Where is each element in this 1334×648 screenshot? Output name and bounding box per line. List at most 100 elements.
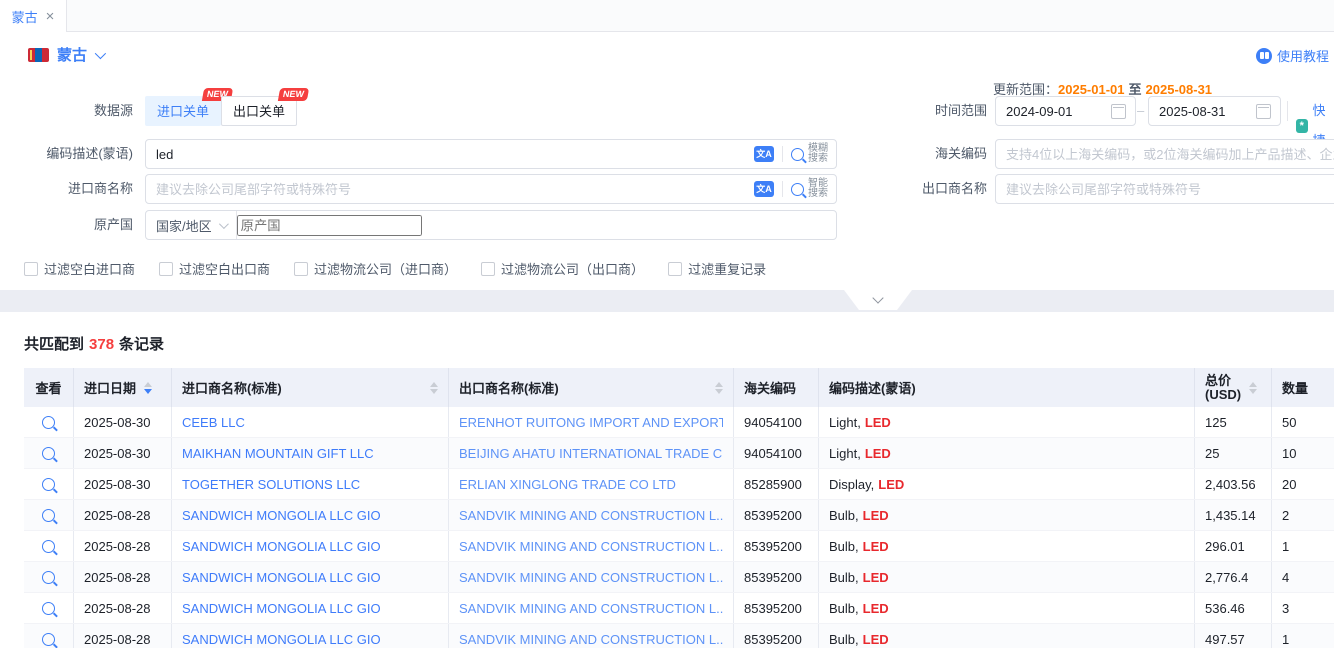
code-desc-label: 编码描述(蒙语)	[11, 139, 133, 169]
header-hs-code: 海关编码	[734, 368, 819, 407]
book-icon	[1256, 48, 1272, 64]
exporter-link[interactable]: ERLIAN XINGLONG TRADE CO LTD	[459, 477, 676, 492]
tab-mongolia[interactable]: 蒙古 ×	[0, 0, 67, 32]
country-name: 蒙古	[57, 44, 87, 65]
hs-code-cell: 85395200	[734, 593, 819, 623]
header-exporter: 出口商名称(标准)	[449, 368, 734, 407]
importer-link[interactable]: MAIKHAN MOUNTAIN GIFT LLC	[182, 446, 374, 461]
divider	[1287, 101, 1288, 121]
table-row: 2025-08-30 MAIKHAN MOUNTAIN GIFT LLC BEI…	[24, 438, 1334, 469]
importer-cell: MAIKHAN MOUNTAIN GIFT LLC	[172, 438, 449, 468]
sort-icon[interactable]	[715, 382, 723, 394]
exporter-link[interactable]: ERENHOT RUITONG IMPORT AND EXPORT ...	[459, 415, 723, 430]
hs-code-input[interactable]	[996, 147, 1334, 162]
import-date-cell: 2025-08-28	[74, 624, 172, 648]
code-desc-input[interactable]	[146, 147, 754, 162]
view-cell	[24, 407, 74, 437]
sort-icon[interactable]	[144, 382, 152, 394]
header-import-date: 进口日期	[74, 368, 172, 407]
view-detail-icon[interactable]	[42, 416, 55, 429]
filter-checkbox-row: 过滤空白进口商 过滤空白出口商 过滤物流公司（进口商） 过滤物流公司（出口商） …	[24, 259, 766, 278]
desc-cell: Bulb,LED	[819, 593, 1195, 623]
hs-code-cell: 85285900	[734, 469, 819, 499]
import-date-cell: 2025-08-30	[74, 407, 172, 437]
importer-input[interactable]	[146, 182, 754, 197]
exporter-link[interactable]: SANDVIK MINING AND CONSTRUCTION L...	[459, 601, 723, 616]
view-detail-icon[interactable]	[42, 602, 55, 615]
exporter-link[interactable]: SANDVIK MINING AND CONSTRUCTION L...	[459, 570, 723, 585]
view-cell	[24, 531, 74, 561]
exporter-link[interactable]: SANDVIK MINING AND CONSTRUCTION L...	[459, 539, 723, 554]
date-to-input[interactable]	[1149, 104, 1256, 119]
quantity-cell: 4	[1272, 562, 1334, 592]
smart-search-button[interactable]: 智能 搜索	[791, 179, 828, 199]
translate-icon[interactable]: 文A	[754, 146, 774, 162]
view-detail-icon[interactable]	[42, 447, 55, 460]
importer-field: 文A 智能 搜索	[145, 174, 837, 204]
time-range-label: 时间范围	[865, 96, 987, 126]
view-detail-icon[interactable]	[42, 571, 55, 584]
importer-link[interactable]: TOGETHER SOLUTIONS LLC	[182, 477, 360, 492]
table-row: 2025-08-28 SANDWICH MONGOLIA LLC GIO SAN…	[24, 593, 1334, 624]
country-selector[interactable]: 蒙古	[28, 44, 103, 65]
checkbox-filter-blank-exporter[interactable]: 过滤空白出口商	[159, 259, 270, 278]
checkbox-icon[interactable]	[159, 262, 173, 276]
table-row: 2025-08-28 SANDWICH MONGOLIA LLC GIO SAN…	[24, 500, 1334, 531]
highlight-keyword: LED	[865, 446, 891, 461]
date-from-input[interactable]	[996, 104, 1111, 119]
panel-divider-strip	[0, 290, 1334, 312]
header-importer: 进口商名称(标准)	[172, 368, 449, 407]
tutorial-label: 使用教程	[1277, 46, 1329, 65]
exporter-link[interactable]: SANDVIK MINING AND CONSTRUCTION L...	[459, 508, 723, 523]
importer-cell: SANDWICH MONGOLIA LLC GIO	[172, 562, 449, 592]
importer-label: 进口商名称	[11, 174, 133, 204]
origin-country-field: 国家/地区	[145, 210, 837, 240]
calendar-icon[interactable]	[1256, 104, 1271, 119]
date-from-field	[995, 96, 1136, 126]
importer-link[interactable]: SANDWICH MONGOLIA LLC GIO	[182, 508, 381, 523]
exporter-link[interactable]: SANDVIK MINING AND CONSTRUCTION L...	[459, 632, 723, 647]
importer-link[interactable]: SANDWICH MONGOLIA LLC GIO	[182, 539, 381, 554]
translate-icon[interactable]: 文A	[754, 181, 774, 197]
results-summary: 共匹配到378条记录	[24, 333, 164, 354]
checkbox-icon[interactable]	[668, 262, 682, 276]
hs-code-field	[995, 139, 1334, 169]
fuzzy-search-button[interactable]: 模糊 搜索	[791, 144, 828, 164]
importer-link[interactable]: SANDWICH MONGOLIA LLC GIO	[182, 632, 381, 647]
importer-link[interactable]: SANDWICH MONGOLIA LLC GIO	[182, 601, 381, 616]
checkbox-filter-blank-importer[interactable]: 过滤空白进口商	[24, 259, 135, 278]
close-icon[interactable]: ×	[46, 9, 55, 24]
checkbox-filter-logistics-importer[interactable]: 过滤物流公司（进口商）	[294, 259, 457, 278]
exporter-cell: ERLIAN XINGLONG TRADE CO LTD	[449, 469, 734, 499]
record-count: 378	[89, 336, 114, 353]
checkbox-icon[interactable]	[294, 262, 308, 276]
exporter-link[interactable]: BEIJING AHATU INTERNATIONAL TRADE C...	[459, 446, 723, 461]
importer-link[interactable]: SANDWICH MONGOLIA LLC GIO	[182, 570, 381, 585]
checkbox-icon[interactable]	[24, 262, 38, 276]
sort-icon[interactable]	[1249, 382, 1257, 394]
desc-cell: Display,LED	[819, 469, 1195, 499]
checkbox-filter-duplicates[interactable]: 过滤重复记录	[668, 259, 766, 278]
checkbox-icon[interactable]	[481, 262, 495, 276]
calendar-icon[interactable]	[1111, 104, 1126, 119]
importer-cell: SANDWICH MONGOLIA LLC GIO	[172, 500, 449, 530]
view-detail-icon[interactable]	[42, 540, 55, 553]
sort-icon[interactable]	[430, 382, 438, 394]
price-cell: 536.46	[1195, 593, 1272, 623]
origin-country-input[interactable]	[237, 215, 422, 236]
exporter-input[interactable]	[996, 182, 1334, 197]
tab-import-declarations[interactable]: 进口关单 NEW	[145, 96, 221, 126]
checkbox-filter-logistics-exporter[interactable]: 过滤物流公司（出口商）	[481, 259, 644, 278]
divider	[782, 146, 783, 162]
tab-export-declarations[interactable]: 出口关单 NEW	[221, 96, 297, 126]
importer-cell: SANDWICH MONGOLIA LLC GIO	[172, 593, 449, 623]
tutorial-link[interactable]: 使用教程	[1256, 46, 1329, 65]
origin-region-select[interactable]: 国家/地区	[146, 216, 236, 235]
price-cell: 2,776.4	[1195, 562, 1272, 592]
quantity-cell: 1	[1272, 531, 1334, 561]
importer-link[interactable]: CEEB LLC	[182, 415, 245, 430]
view-detail-icon[interactable]	[42, 509, 55, 522]
price-cell: 125	[1195, 407, 1272, 437]
view-detail-icon[interactable]	[42, 633, 55, 646]
view-detail-icon[interactable]	[42, 478, 55, 491]
